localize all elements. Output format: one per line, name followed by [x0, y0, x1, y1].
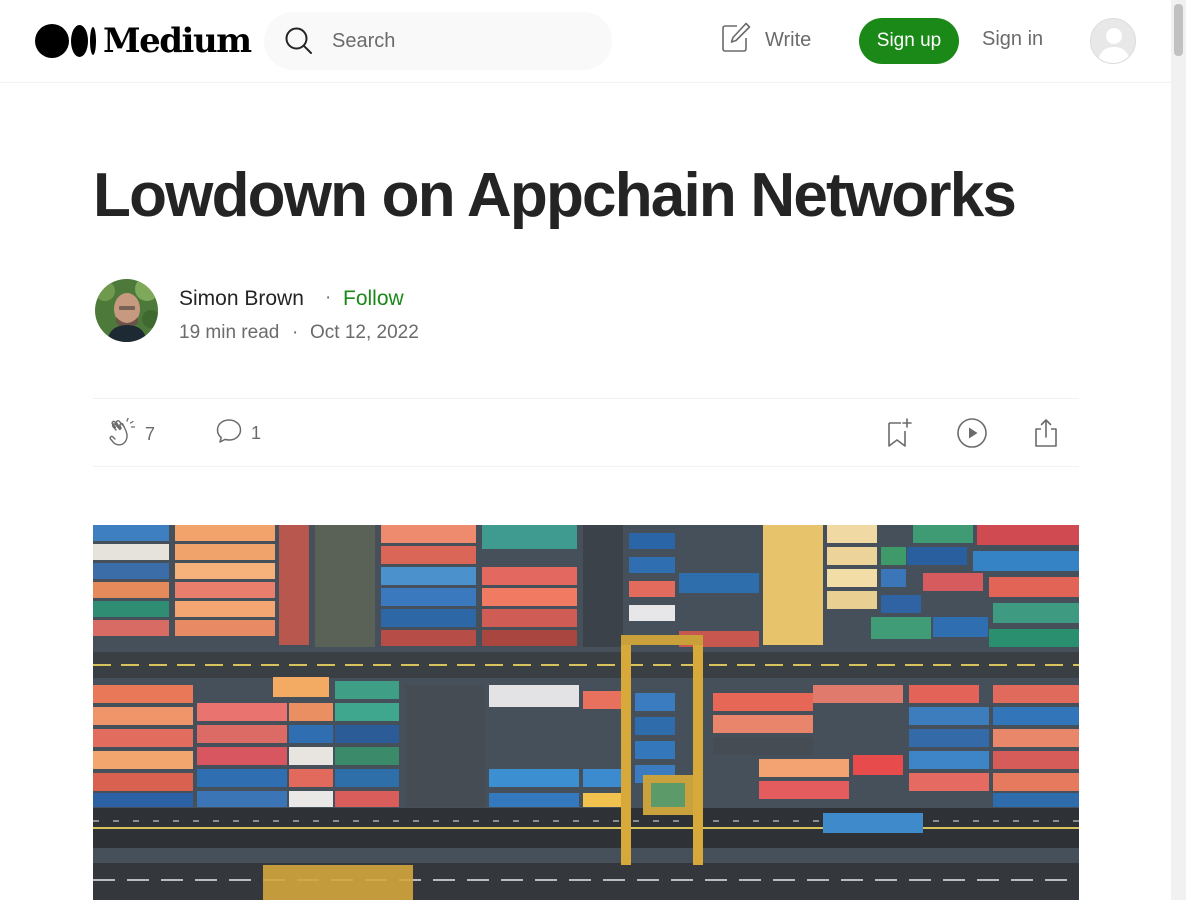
- search-icon: [284, 26, 314, 61]
- author-avatar[interactable]: [95, 279, 158, 342]
- clap-icon: [107, 417, 137, 452]
- page-scrollbar[interactable]: [1171, 0, 1186, 900]
- write-button[interactable]: Write: [721, 22, 811, 58]
- medium-logo-icon: [35, 24, 96, 58]
- separator-dot: ·: [325, 287, 332, 308]
- publish-date: Oct 12, 2022: [310, 322, 419, 343]
- medium-logo[interactable]: Medium: [35, 21, 252, 61]
- container-port-image: [93, 525, 1079, 900]
- signup-button[interactable]: Sign up: [859, 18, 959, 64]
- bookmark-icon: [885, 417, 913, 454]
- comment-button[interactable]: 1: [215, 417, 261, 450]
- clap-count: 7: [145, 424, 156, 444]
- share-button[interactable]: [1032, 417, 1060, 454]
- signin-link[interactable]: Sign in: [982, 28, 1043, 51]
- comment-count: 1: [251, 423, 262, 443]
- listen-button[interactable]: [956, 417, 988, 454]
- author-name[interactable]: Simon Brown: [179, 287, 304, 311]
- page: Medium Write Sign up Sign in: [0, 0, 1186, 900]
- play-icon: [956, 417, 988, 454]
- user-avatar[interactable]: [1090, 18, 1136, 64]
- separator-dot: ·: [292, 322, 299, 343]
- read-time: 19 min read: [179, 322, 280, 343]
- search-box[interactable]: [264, 12, 612, 70]
- write-label: Write: [765, 28, 812, 51]
- user-placeholder-icon: [1091, 19, 1135, 63]
- top-navbar: Medium Write Sign up Sign in: [0, 0, 1171, 83]
- scrollbar-thumb[interactable]: [1174, 4, 1183, 56]
- search-input[interactable]: [332, 26, 592, 56]
- clap-button[interactable]: 7: [107, 417, 155, 452]
- hero-image: [93, 525, 1079, 900]
- article-action-bar: 7 1: [93, 398, 1079, 467]
- logo-wordmark: Medium: [103, 21, 252, 61]
- comment-icon: [215, 417, 243, 450]
- write-icon: [721, 21, 751, 59]
- article-title: Lowdown on Appchain Networks: [93, 161, 1017, 230]
- share-icon: [1032, 417, 1060, 454]
- bookmark-button[interactable]: [885, 417, 913, 454]
- follow-button[interactable]: Follow: [343, 287, 404, 311]
